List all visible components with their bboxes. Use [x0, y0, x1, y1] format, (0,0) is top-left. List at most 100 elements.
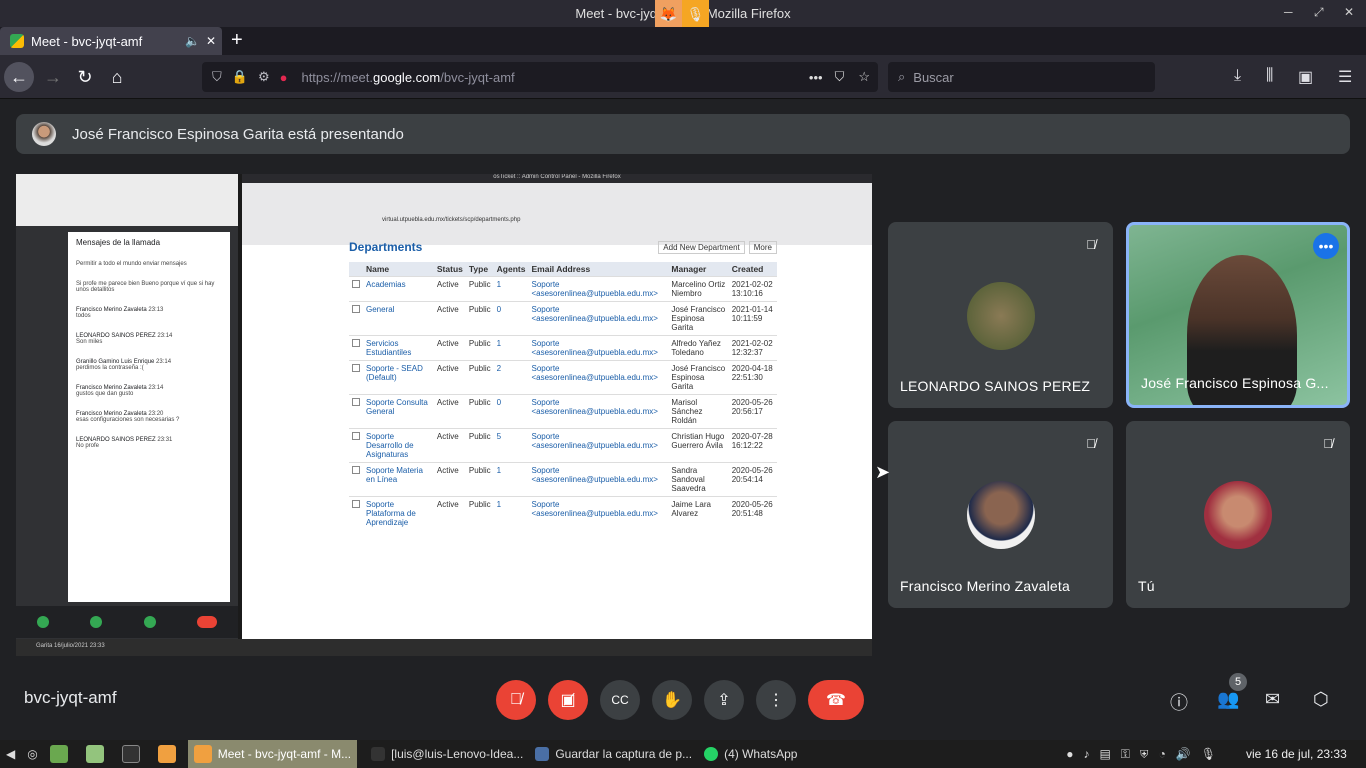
restore-icon[interactable]: ⤢ [1314, 5, 1324, 20]
home-button[interactable]: ⌂ [102, 62, 132, 92]
minimize-icon[interactable]: ─ [1284, 5, 1293, 19]
table-row: General Active Public 0 Soporte <asesorenlin… [349, 301, 777, 336]
table-cell: 2020-05-26 20:51:48 [728, 496, 777, 530]
firefox-launcher-icon[interactable] [152, 740, 188, 768]
library-icon[interactable]: ⫼ [1266, 67, 1273, 85]
chat-text: Si profe me parece bien Bueno porque ví … [76, 281, 215, 293]
table-cell: Soporte - SEAD (Default) [363, 360, 434, 395]
chat-icon[interactable]: ✉ [1265, 689, 1280, 710]
new-tab-button[interactable]: + [231, 29, 243, 52]
mic-toggle-button[interactable]: 🎙̸ [496, 680, 536, 720]
chat-text: Son miles [76, 339, 103, 345]
shared-chat-panel: Mensajes de la llamada Permitir a todo e… [68, 232, 230, 602]
tab-meet[interactable]: Meet - bvc-jyqt-amf 🔈 ✕ [0, 27, 222, 55]
table-cell: Alfredo Yañez Toledano [668, 335, 729, 361]
pocket-icon[interactable]: ⛉ [835, 69, 845, 85]
table-cell: Soporte <asesorenlinea@utpuebla.edu.mx> [528, 428, 669, 463]
table-cell: 5 [493, 428, 529, 463]
downloads-icon[interactable]: ⤓ [1234, 67, 1241, 85]
close-window-icon[interactable]: ✕ [1344, 5, 1354, 19]
table-cell: 2021-01-14 10:11:59 [728, 301, 777, 336]
url-bar[interactable]: ⛉ 🔒 ⚙ ● https://meet.google.com/bvc-jyqt… [202, 62, 878, 92]
forward-button[interactable]: → [38, 62, 68, 92]
table-cell: Soporte Desarrollo de Asignaturas [363, 428, 434, 463]
participant-name: Tú [1138, 578, 1155, 594]
page-actions-icon[interactable]: ••• [809, 70, 823, 85]
chat-toggle-label: Permitir a todo el mundo enviar mensajes [76, 261, 187, 267]
taskbar-item-label: [luis@luis-Lenovo-Idea... [391, 747, 524, 761]
speaker-icon[interactable]: 🔈 [185, 34, 200, 48]
search-bar[interactable]: ⌕ Buscar [888, 62, 1155, 92]
participants-count-badge: 5 [1229, 673, 1247, 691]
chat-message: Francisco Merino Zavaleta 23:14 gustos qu… [76, 385, 222, 397]
meeting-details-icon[interactable]: ⓘ [1170, 689, 1188, 715]
tray-icons[interactable]: ●♪▤⚿⛨◔🔊🎙 [1066, 747, 1226, 762]
shared-meet-controls [16, 606, 238, 638]
microphone-indicator-icon[interactable]: 🎙 [682, 0, 709, 29]
taskbar-arrow-icon[interactable]: ◀ [0, 740, 21, 768]
leave-call-button[interactable]: ☎ [808, 680, 864, 720]
participant-tile-leonardo[interactable]: 🎙̸ LEONARDO SAINOS PEREZ [888, 222, 1113, 408]
url-domain: google.com [373, 69, 441, 85]
chat-text: todos [76, 313, 91, 319]
permissions-icon[interactable]: ⚙ [258, 69, 270, 85]
chat-text: gustos que dan gusto [76, 391, 134, 397]
table-cell: José Francisco Espinosa Garita [668, 360, 729, 395]
reload-button[interactable]: ↻ [70, 62, 100, 92]
taskbar-item-terminal[interactable]: [luis@luis-Lenovo-Idea... [365, 740, 529, 768]
captions-button[interactable]: CC [600, 680, 640, 720]
more-options-icon[interactable]: ••• [1313, 233, 1339, 259]
table-row: Soporte - SEAD (Default) Active Public 2 Sop… [349, 360, 777, 395]
system-menu-icon[interactable]: ◎ [21, 740, 43, 768]
chat-text: No profe [76, 443, 100, 449]
participant-tile-jose[interactable]: ••• José Francisco Espinosa G... [1126, 222, 1350, 408]
tab-close-icon[interactable]: ✕ [206, 34, 216, 48]
shared-taskbar-clock: Garita 16/julio/2021 23:33 [36, 643, 105, 649]
inner-url: virtual.utpuebla.edu.mx/tickets/scp/depa… [242, 183, 872, 245]
row-checkbox [352, 280, 360, 288]
taskbar-item-screenshot[interactable]: Guardar la captura de p... [529, 740, 698, 768]
microphone-in-use-icon[interactable]: ● [280, 70, 288, 85]
table-cell: Active [433, 428, 466, 463]
table-cell: 2021-02-02 12:32:37 [728, 335, 777, 361]
col-manager: Manager [668, 262, 729, 277]
taskbar-item-whatsapp[interactable]: (4) WhatsApp [698, 740, 803, 768]
table-cell: 2020-07-28 16:12:22 [728, 428, 777, 463]
table-cell: Active [433, 360, 466, 395]
table-cell: General [363, 301, 434, 336]
mouse-cursor: ➤ [875, 462, 891, 482]
taskbar-item-meet[interactable]: Meet - bvc-jyqt-amf - M... [187, 740, 358, 768]
raise-hand-button[interactable]: ✋ [652, 680, 692, 720]
files-launcher-icon[interactable] [44, 740, 80, 768]
bookmark-star-icon[interactable]: ☆ [858, 69, 870, 85]
back-button[interactable]: ← [4, 62, 34, 92]
table-row: Soporte Materia en Línea Active Public 1 Sop… [349, 462, 777, 497]
participant-name: Francisco Merino Zavaleta [900, 578, 1070, 594]
shield-icon[interactable]: ⛉ [212, 69, 222, 85]
terminal-launcher-icon[interactable] [116, 740, 152, 768]
present-button[interactable]: ⇪ [704, 680, 744, 720]
table-cell: 2020-05-26 20:56:17 [728, 394, 777, 429]
sidebar-icon[interactable]: ▣ [1298, 67, 1313, 87]
folder-launcher-icon[interactable] [80, 740, 116, 768]
table-row: Soporte Plataforma de Aprendizaje Active P… [349, 496, 777, 530]
menu-icon[interactable]: ☰ [1338, 67, 1352, 87]
table-cell: Public [465, 335, 494, 361]
shared-ctrl-icon [90, 616, 103, 628]
participant-tile-francisco[interactable]: 🎙̸ Francisco Merino Zavaleta [888, 421, 1113, 608]
col-name: Name [363, 262, 434, 277]
lock-icon[interactable]: 🔒 [232, 69, 248, 85]
url-text[interactable]: https://meet.google.com/bvc-jyqt-amf [301, 70, 514, 85]
system-clock[interactable]: vie 16 de jul, 23:33 [1246, 747, 1347, 761]
col-type: Type [465, 262, 494, 277]
taskbar-item-label: Meet - bvc-jyqt-amf - M... [217, 747, 352, 761]
presenting-text: José Francisco Espinosa Garita está pres… [72, 125, 404, 143]
activities-icon[interactable]: ⬡ [1313, 689, 1329, 710]
chat-message: Si profe me parece bien Bueno porque ví … [76, 281, 222, 293]
participant-tile-self[interactable]: 🎙̸ Tú [1126, 421, 1350, 608]
table-cell: Soporte <asesorenlinea@utpuebla.edu.mx> [528, 496, 669, 530]
table-cell: Soporte Plataforma de Aprendizaje [363, 496, 434, 530]
camera-toggle-button[interactable]: ▣̸ [548, 680, 588, 720]
people-icon[interactable]: 👥 [1217, 689, 1239, 710]
more-options-button[interactable]: ⋮ [756, 680, 796, 720]
